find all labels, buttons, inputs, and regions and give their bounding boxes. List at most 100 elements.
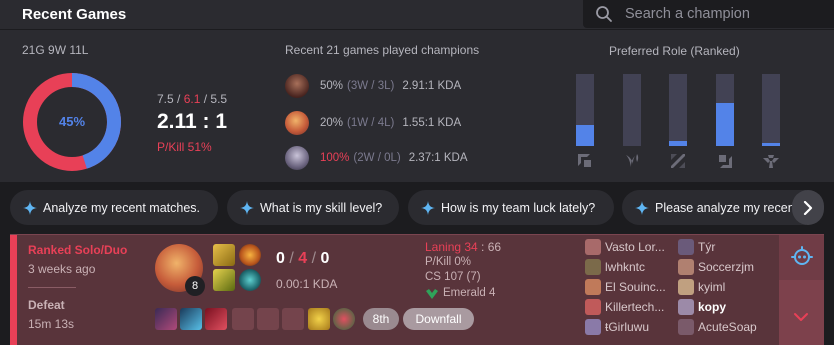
player-name: kyiml bbox=[698, 280, 726, 294]
player-champion-icon bbox=[678, 259, 694, 275]
team-b-player[interactable]: Soccerzjm bbox=[678, 257, 754, 277]
divider bbox=[28, 287, 76, 288]
laning-value: Laning 34 bbox=[425, 240, 478, 254]
trinket-slot[interactable] bbox=[308, 308, 330, 330]
panel-title: Recent Games bbox=[22, 6, 127, 23]
item-slot[interactable] bbox=[282, 308, 304, 330]
champion-avatar bbox=[285, 74, 309, 98]
secondary-rune-icon[interactable] bbox=[239, 269, 261, 291]
champion-avatar bbox=[285, 146, 309, 170]
suggestion-chip[interactable]: How is my team luck lately? bbox=[408, 190, 614, 225]
suggestions-next-button[interactable] bbox=[792, 190, 824, 225]
games-record: 21G 9W 11L bbox=[22, 43, 89, 57]
item-slot[interactable] bbox=[180, 308, 202, 330]
match-assists: 0 bbox=[320, 250, 330, 267]
champion-winrate: 50% bbox=[320, 80, 344, 92]
match-kill-participation: P/Kill 0% bbox=[425, 256, 472, 268]
suggestion-chip[interactable]: Please analyze my recent bbox=[622, 190, 806, 225]
role-bar-top bbox=[576, 74, 594, 146]
suggestion-chip[interactable]: What is my skill level? bbox=[227, 190, 399, 225]
search-icon bbox=[596, 6, 612, 22]
team-a-player[interactable]: Killertech... bbox=[585, 297, 664, 317]
average-kda: 7.5 / 6.1 / 5.5 bbox=[157, 92, 228, 106]
team-b-player[interactable]: AcuteSoap bbox=[678, 317, 757, 337]
suggestion-chip[interactable]: Analyze my recent matches. bbox=[10, 190, 218, 225]
suggestion-text: How is my team luck lately? bbox=[441, 200, 596, 215]
player-name: AcuteSoap bbox=[698, 320, 757, 334]
match-kda-ratio: 0.00:1 KDA bbox=[276, 277, 338, 291]
champion-avatar bbox=[285, 111, 309, 135]
laning-opponent: : 66 bbox=[477, 240, 502, 254]
suggestion-text: Analyze my recent matches. bbox=[43, 200, 201, 215]
role-bar-fill bbox=[762, 143, 780, 146]
search-input[interactable] bbox=[625, 3, 825, 25]
match-tag-badge: Downfall bbox=[403, 308, 474, 330]
champion-record: (1W / 4L) bbox=[347, 117, 395, 129]
team-b-player-self[interactable]: kopy bbox=[678, 297, 726, 317]
team-b-player[interactable]: Týr bbox=[678, 237, 715, 257]
ai-assistant-icon[interactable] bbox=[791, 245, 813, 267]
player-champion-icon bbox=[585, 319, 601, 335]
placement-badge: 8th bbox=[363, 308, 399, 330]
champion-winrate: 20% bbox=[320, 117, 344, 129]
player-champion-icon bbox=[585, 299, 601, 315]
player-name: ŧGirluwu bbox=[605, 320, 650, 334]
team-a-player[interactable]: El Souinc... bbox=[585, 277, 666, 297]
champion-winrate: 100% bbox=[320, 152, 350, 164]
preferred-role-title: Preferred Role (Ranked) bbox=[609, 44, 740, 58]
match-tier: Emerald 4 bbox=[443, 287, 496, 299]
champion-search[interactable] bbox=[583, 0, 834, 28]
player-champion-icon bbox=[678, 319, 694, 335]
top-role-icon bbox=[578, 154, 591, 167]
role-bar-fill bbox=[716, 102, 734, 146]
player-name: lwhkntc bbox=[605, 260, 646, 274]
champion-kda: 1.55:1 KDA bbox=[402, 117, 462, 129]
role-bar-jungle bbox=[623, 74, 641, 146]
player-champion-icon bbox=[585, 279, 601, 295]
item-slot[interactable] bbox=[205, 308, 227, 330]
player-champion-icon bbox=[585, 259, 601, 275]
match-card[interactable]: Ranked Solo/Duo 3 weeks ago Defeat 15m 1… bbox=[10, 234, 824, 345]
team-b-player[interactable]: kyiml bbox=[678, 277, 725, 297]
result-bar bbox=[10, 235, 17, 345]
item-slot[interactable] bbox=[232, 308, 254, 330]
summoner-spell-icon[interactable] bbox=[213, 244, 235, 266]
panel-header: Recent Games bbox=[0, 0, 834, 30]
team-a-player[interactable]: ŧGirluwu bbox=[585, 317, 649, 337]
player-name: Vasto Lor... bbox=[605, 240, 665, 254]
queue-type: Ranked Solo/Duo bbox=[28, 243, 128, 257]
match-result: Defeat bbox=[28, 298, 65, 312]
champion-stat-row[interactable]: 50% (3W / 3L) 2.91:1 KDA bbox=[285, 73, 461, 99]
suggestion-text: Please analyze my recent bbox=[655, 200, 799, 215]
item-slot[interactable] bbox=[155, 308, 177, 330]
item-slot[interactable] bbox=[257, 308, 279, 330]
mid-role-icon bbox=[671, 154, 685, 168]
match-deaths: 4 bbox=[298, 250, 308, 267]
expand-match-button[interactable] bbox=[779, 280, 824, 345]
role-bar-support bbox=[762, 74, 780, 146]
chevron-down-icon bbox=[794, 313, 808, 321]
champion-kda: 2.91:1 KDA bbox=[402, 80, 462, 92]
support-role-icon bbox=[763, 155, 779, 168]
champion-kda: 2.37:1 KDA bbox=[408, 152, 468, 164]
match-side-panel bbox=[779, 235, 824, 345]
match-kda-score: 0 / 4 / 0 bbox=[276, 250, 330, 267]
emerald-tier-icon bbox=[426, 289, 438, 299]
avg-kills: 7.5 bbox=[157, 92, 174, 106]
sparkle-icon bbox=[421, 200, 435, 215]
role-quest-icon[interactable] bbox=[333, 308, 355, 330]
player-champion-icon bbox=[678, 239, 694, 255]
sparkle-icon bbox=[23, 200, 37, 215]
champion-stat-row[interactable]: 100% (2W / 0L) 2.37:1 KDA bbox=[285, 145, 468, 171]
chevron-right-icon bbox=[803, 200, 813, 215]
player-name: Soccerzjm bbox=[698, 260, 755, 274]
player-champion-icon bbox=[585, 239, 601, 255]
kda-ratio: 2.11 : 1 bbox=[157, 110, 228, 133]
keystone-rune-icon[interactable] bbox=[239, 244, 261, 266]
team-a-player[interactable]: lwhkntc bbox=[585, 257, 645, 277]
sparkle-icon bbox=[635, 200, 649, 215]
champions-title: Recent 21 games played champions bbox=[285, 43, 480, 57]
summoner-spell-icon[interactable] bbox=[213, 269, 235, 291]
team-a-player[interactable]: Vasto Lor... bbox=[585, 237, 665, 257]
champion-stat-row[interactable]: 20% (1W / 4L) 1.55:1 KDA bbox=[285, 110, 461, 136]
